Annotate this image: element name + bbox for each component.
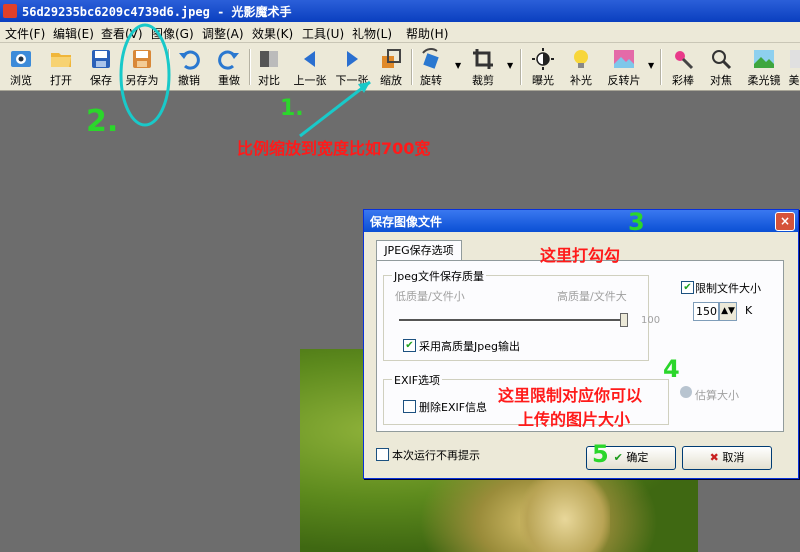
crop-button[interactable]: 裁剪 [468,45,498,88]
toolbar-separator [249,49,251,85]
exif-group-label: EXIF选项 [392,372,443,388]
remove-exif-checkbox[interactable] [403,400,416,413]
compare-button[interactable]: 对比 [254,45,284,88]
quality-max-label: 100 [641,315,661,326]
rotate-icon [422,48,439,69]
save-as-icon [133,50,151,68]
dialog-title-bar: 保存图像文件 × [364,210,798,232]
previous-button[interactable]: 上一张 [290,45,330,88]
menu-file[interactable]: 文件(F) [5,25,45,42]
menu-image[interactable]: 图像(G) [151,25,194,42]
triangle-right-icon [347,51,358,67]
compare-icon [260,51,278,67]
cancel-button[interactable]: ✖ 取消 [682,446,772,470]
open-button[interactable]: 打开 [46,45,76,88]
reverse-film-button[interactable]: 反转片 [604,45,644,88]
menu-view[interactable]: 查看(V) [101,25,143,42]
next-button[interactable]: 下一张 [332,45,372,88]
toolbar-separator [411,49,413,85]
magnifier-focus-icon [712,50,732,70]
menu-edit[interactable]: 编辑(E) [53,25,94,42]
estimate-size-button[interactable]: 估算大小 [695,387,739,403]
menu-effects[interactable]: 效果(K) [252,25,293,42]
resize-button[interactable]: 缩放 [376,45,406,88]
film-photo-icon [614,50,634,68]
app-icon [3,4,17,18]
browse-icon [11,51,31,67]
annotation-step3-text: 这里打勾勾 [540,246,621,265]
triangle-left-icon [304,51,315,67]
browse-button[interactable]: 浏览 [4,45,38,88]
annotation-step1-text: 比例缩放到宽度比如700宽 [237,139,431,158]
toolbar: 浏览 打开 保存 另存为 撤销 重做 对比 上一张 下一张 缩放 旋转 ▼ 裁剪… [0,43,800,91]
size-spinner-icon[interactable]: ▲▼ [719,302,737,321]
low-quality-label: 低质量/文件小 [395,290,465,303]
estimate-icon [680,386,692,398]
annotation-step4-number: 4 [663,355,680,383]
high-quality-label: 高质量/文件大 [557,290,627,303]
save-as-button[interactable]: 另存为 [122,45,162,88]
floppy-save-icon [92,50,110,68]
crop-dropdown-arrow[interactable]: ▼ [507,61,513,70]
crop-icon [473,49,493,69]
rotate-dropdown-arrow[interactable]: ▼ [455,61,461,70]
undo-button[interactable]: 撤销 [174,45,204,88]
menu-bar: 文件(F) 编辑(E) 查看(V) 图像(G) 调整(A) 效果(K) 工具(U… [0,22,800,43]
close-button[interactable]: × [775,212,795,231]
annotation-step2-number: 2. [86,104,119,139]
tab-jpeg-options[interactable]: JPEG保存选项 [376,240,462,261]
limit-size-checkbox[interactable]: ✔ [681,281,694,294]
quality-slider-thumb[interactable] [620,313,628,327]
size-limit-input[interactable]: 150 [693,302,719,321]
magic-wand-icon [675,51,694,70]
folder-open-icon [51,53,71,67]
undo-arrow-icon [179,50,200,70]
dont-show-again-label: 本次运行不再提示 [392,449,480,462]
window-title: 56d29235bc6209c4739d6.jpeg - 光影魔术手 [22,5,292,19]
annotation-step5-number: 5 [592,440,609,468]
resize-icon [382,49,401,68]
annotation-step1-number: 1. [280,96,304,121]
toolbar-separator [520,49,522,85]
quality-slider-track[interactable] [399,319,627,322]
cross-icon: ✖ [709,451,719,464]
remove-exif-label: 删除EXIF信息 [419,401,488,414]
menu-adjust[interactable]: 调整(A) [202,25,244,42]
hq-output-checkbox[interactable]: ✔ [403,339,416,352]
landscape-photo-icon [754,50,774,68]
annotation-step4-text-line1: 这里限制对应你可以 [498,386,643,405]
grass-detail [520,470,610,552]
dialog-title: 保存图像文件 [370,215,443,229]
redo-arrow-icon [218,50,239,70]
toolbar-separator [660,49,662,85]
checkmark-icon: ✔ [613,451,623,464]
menu-help[interactable]: 帮助(H) [406,25,448,42]
toolbar-separator [168,49,170,85]
sun-exposure-icon [532,48,554,70]
annotation-step3-number: 3 [628,208,645,236]
dont-show-again-checkbox[interactable] [376,448,389,461]
magic-wand-button[interactable]: 彩棒 [668,45,698,88]
lightbulb-icon [574,50,588,68]
redo-button[interactable]: 重做 [214,45,244,88]
menu-tools[interactable]: 工具(U) [302,25,344,42]
title-bar: 56d29235bc6209c4739d6.jpeg - 光影魔术手 [0,0,800,22]
menu-gifts[interactable]: 礼物(L) [352,25,392,42]
focus-button[interactable]: 对焦 [706,45,736,88]
more-icon [790,50,800,68]
rotate-button[interactable]: 旋转 [416,45,446,88]
annotation-step4-text-line2: 上传的图片大小 [518,410,631,429]
quality-group-label: Jpeg文件保存质量 [392,268,486,284]
fill-light-button[interactable]: 补光 [566,45,596,88]
effects-dropdown-arrow[interactable]: ▼ [648,61,654,70]
save-button[interactable]: 保存 [86,45,116,88]
soft-focus-button[interactable]: 柔光镜 [744,45,784,88]
hq-output-label: 采用高质量Jpeg输出 [419,340,520,353]
more-tools-button[interactable]: 美 [788,45,800,88]
limit-size-label: 限制文件大小 [695,282,761,295]
exposure-button[interactable]: 曝光 [528,45,558,88]
size-unit-label: K [745,304,753,317]
